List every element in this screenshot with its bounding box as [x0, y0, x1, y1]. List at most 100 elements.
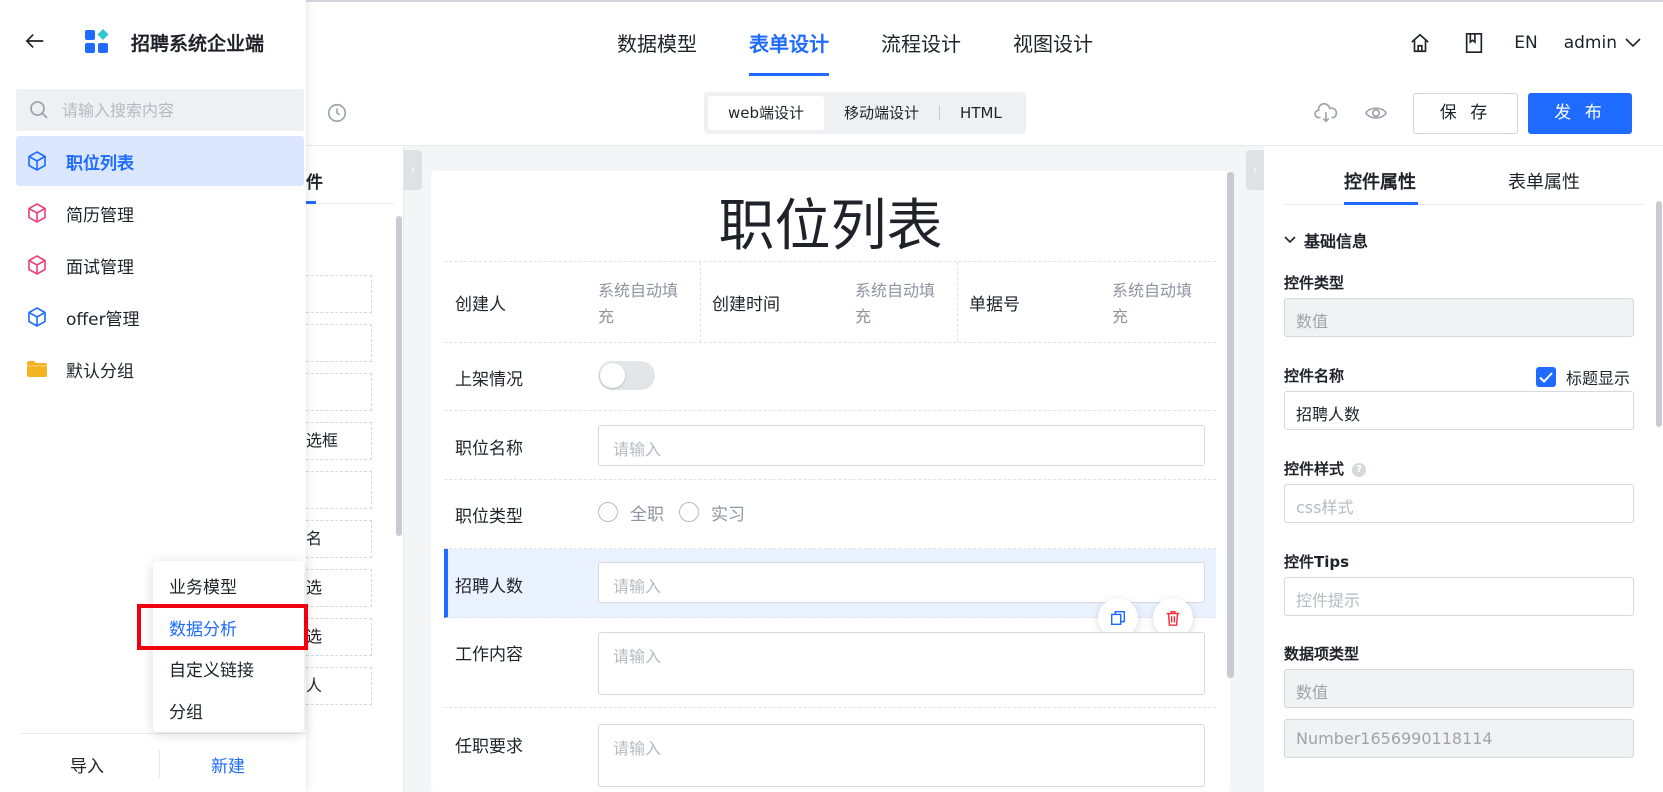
widget-item[interactable]: 选 [306, 618, 372, 656]
cloud-download-icon[interactable] [1314, 102, 1338, 126]
user-menu[interactable]: admin [1564, 33, 1641, 53]
form-row-job-type[interactable]: 职位类型 全职 实习 [444, 480, 1216, 549]
popup-item-custom-link[interactable]: 自定义链接 [169, 656, 254, 681]
radio-fulltime[interactable] [598, 502, 618, 522]
search-input[interactable] [62, 89, 298, 131]
home-icon[interactable] [1406, 29, 1434, 57]
form-title: 职位列表 [718, 194, 943, 259]
meta-value: 系统自动填充 [1112, 281, 1193, 326]
back-arrow-icon[interactable] [24, 30, 48, 54]
book-icon[interactable] [1460, 29, 1488, 57]
cube-icon [26, 150, 48, 172]
popup-item-group[interactable]: 分组 [169, 698, 203, 723]
save-button[interactable]: 保 存 [1413, 93, 1518, 134]
widget-item[interactable]: 选 [306, 569, 372, 607]
history-icon[interactable] [326, 102, 350, 126]
help-icon[interactable]: ? [1352, 462, 1367, 477]
tab-process-design[interactable]: 流程设计 [881, 2, 961, 82]
widget-tab-divider [316, 203, 394, 204]
field-label: 上架情况 [455, 370, 523, 390]
widget-tab[interactable]: 件 [306, 168, 323, 193]
show-title-label: 标题显示 [1566, 369, 1631, 388]
menu-item-interview[interactable]: 面试管理 [16, 240, 304, 290]
meta-label: 创建人 [455, 295, 506, 315]
widget-item[interactable] [306, 275, 372, 313]
collapse-left-button[interactable]: ‹ [404, 150, 422, 190]
menu-label: 面试管理 [66, 257, 134, 278]
requirements-textarea[interactable]: 请输入 [598, 724, 1205, 787]
toggle-knob [600, 363, 625, 388]
widget-panel: 件 选框 名 选 选 人 [306, 146, 404, 792]
mode-mobile[interactable]: 移动端设计 [824, 96, 939, 130]
meta-cell[interactable]: 创建时间 系统自动填充 [701, 262, 958, 342]
cube-icon [26, 254, 48, 276]
field-label: 职位类型 [455, 507, 523, 527]
menu-item-offer[interactable]: offer管理 [16, 292, 304, 342]
work-content-textarea[interactable]: 请输入 [598, 632, 1205, 695]
menu-label: offer管理 [66, 309, 140, 330]
meta-cell[interactable]: 创建人 系统自动填充 [444, 262, 701, 342]
tab-data-model[interactable]: 数据模型 [617, 2, 697, 82]
widget-item[interactable] [306, 324, 372, 362]
control-name-label: 控件名称 [1284, 367, 1345, 385]
menu-item-default-group[interactable]: 默认分组 [16, 344, 304, 394]
section-title: 基础信息 [1304, 232, 1369, 251]
tab-control-props[interactable]: 控件属性 [1344, 168, 1416, 194]
drawer-footer-divider [20, 733, 306, 734]
radio-intern[interactable] [679, 502, 699, 522]
widget-item[interactable]: 名 [306, 520, 372, 558]
menu-item-resume[interactable]: 简历管理 [16, 188, 304, 238]
eye-icon[interactable] [1364, 102, 1388, 126]
language-switch[interactable]: EN [1514, 33, 1537, 53]
headcount-input[interactable]: 请输入 [598, 562, 1205, 603]
form-card: 职位列表 创建人 系统自动填充 创建时间 系统自动填充 单据号 系统自动填充 上… [431, 171, 1230, 792]
tab-view-design[interactable]: 视图设计 [1013, 2, 1093, 82]
widget-item[interactable]: 人 [306, 667, 372, 705]
control-name-input[interactable]: 招聘人数 [1284, 391, 1634, 430]
popup-item-business-model[interactable]: 业务模型 [169, 573, 237, 598]
publish-button[interactable]: 发 布 [1528, 93, 1632, 134]
menu-item-job-list[interactable]: 职位列表 [16, 136, 304, 186]
meta-value: 系统自动填充 [598, 281, 679, 326]
meta-row: 创建人 系统自动填充 创建时间 系统自动填充 单据号 系统自动填充 [444, 261, 1216, 343]
form-row-work-content[interactable]: 工作内容 请输入 [444, 618, 1216, 708]
data-type-field: 数值 [1284, 669, 1634, 708]
widget-item[interactable] [306, 471, 372, 509]
mode-html[interactable]: HTML [940, 96, 1022, 130]
form-row-job-name[interactable]: 职位名称 请输入 [444, 411, 1216, 480]
checkbox-checked-icon [1536, 367, 1556, 387]
field-id: Number1656990118114 [1284, 719, 1634, 758]
tab-form-design[interactable]: 表单设计 [749, 2, 829, 82]
widget-item[interactable]: 选框 [306, 422, 372, 460]
designer-tabs: 数据模型 表单设计 流程设计 视图设计 [617, 2, 1145, 82]
properties-scrollbar[interactable] [1656, 201, 1662, 427]
meta-cell[interactable]: 单据号 系统自动填充 [958, 262, 1216, 342]
meta-value: 系统自动填充 [855, 281, 936, 326]
tab-form-props[interactable]: 表单属性 [1508, 168, 1580, 194]
widget-item[interactable] [306, 373, 372, 411]
form-row-status[interactable]: 上架情况 [444, 343, 1216, 411]
search-icon [30, 101, 48, 119]
folder-icon [26, 358, 48, 380]
status-toggle[interactable] [598, 361, 655, 390]
field-label: 任职要求 [455, 737, 523, 757]
section-basic-info[interactable]: 基础信息 [1284, 228, 1368, 252]
job-name-input[interactable]: 请输入 [598, 425, 1205, 466]
new-button[interactable]: 新建 [211, 752, 245, 777]
menu-label: 职位列表 [66, 153, 134, 174]
canvas-scrollbar[interactable] [1227, 172, 1234, 678]
import-button[interactable]: 导入 [70, 752, 104, 777]
chevron-down-icon [1284, 236, 1296, 244]
collapse-right-button[interactable]: › [1246, 150, 1264, 190]
cube-icon [26, 306, 48, 328]
control-tips-input[interactable]: 控件提示 [1284, 577, 1634, 616]
widget-tab-indicator [306, 201, 316, 204]
control-style-input[interactable]: css样式 [1284, 484, 1634, 523]
field-label: 职位名称 [455, 439, 523, 459]
show-title-checkbox[interactable]: 标题显示 [1536, 365, 1630, 389]
form-row-requirements[interactable]: 任职要求 请输入 [444, 708, 1216, 792]
widget-scrollbar[interactable] [396, 216, 402, 536]
mode-web[interactable]: web端设计 [708, 96, 825, 130]
meta-label: 单据号 [969, 295, 1020, 315]
chevron-down-icon [1625, 38, 1641, 48]
